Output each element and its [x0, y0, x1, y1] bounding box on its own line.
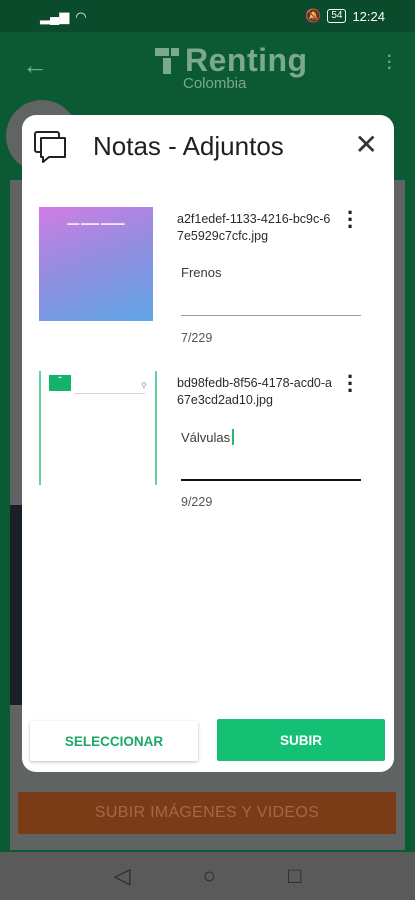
character-counter: 7/229	[181, 331, 213, 345]
close-icon[interactable]: ✕	[355, 131, 378, 159]
upload-button[interactable]: SUBIR	[217, 719, 385, 761]
battery-icon: 54	[327, 9, 347, 23]
attachment-item: ▪▪ ⚲ bd98fedb-8f56-4178-acd0-a67e3cd2ad1…	[22, 366, 394, 521]
nav-home-icon[interactable]: ○	[203, 863, 216, 889]
attachment-note-input[interactable]: Frenos	[181, 265, 221, 280]
wifi-icon: ◠	[75, 9, 87, 24]
app-bar: ← Renting Colombia · · ·	[0, 32, 415, 102]
thumbnail-search-icon: ⚲	[141, 381, 147, 390]
notes-attachments-dialog: Notas - Adjuntos ✕ ▬▬ ▬▬▬ ▬▬▬▬ a2f1edef-…	[22, 115, 394, 772]
status-time: 12:24	[352, 8, 385, 24]
attachment-file-name: a2f1edef-1133-4216-bc9c-67e5929c7cfc.jpg	[177, 212, 331, 243]
background-image-strip	[10, 505, 22, 705]
nav-back-icon[interactable]: ◁	[114, 863, 131, 889]
back-arrow-icon[interactable]: ←	[22, 50, 48, 81]
text-cursor	[232, 429, 235, 445]
attachment-note-input[interactable]: Válvulas	[181, 429, 235, 445]
attachment-file-name: bd98fedb-8f56-4178-acd0-a67e3cd2ad10.jpg	[177, 376, 332, 407]
mute-icon: 🔕	[305, 8, 322, 23]
note-input-underline	[181, 479, 361, 481]
attachment-item: ▬▬ ▬▬▬ ▬▬▬▬ a2f1edef-1133-4216-bc9c-67e5…	[22, 202, 394, 357]
notes-icon	[34, 131, 66, 163]
renting-logo: Renting Colombia	[155, 42, 308, 92]
renting-logo-mark-icon	[155, 47, 179, 74]
dialog-header: Notas - Adjuntos ✕	[22, 115, 394, 185]
overflow-menu-icon[interactable]: · · ·	[386, 44, 393, 78]
dialog-title: Notas - Adjuntos	[93, 131, 284, 161]
attachment-menu-icon[interactable]: · · ·	[347, 202, 354, 238]
note-input-underline	[181, 315, 361, 316]
signal-icon: ▂▄▆	[40, 9, 70, 24]
attachment-thumbnail[interactable]: ▪▪ ⚲	[39, 371, 157, 485]
attachment-thumbnail[interactable]: ▬▬ ▬▬▬ ▬▬▬▬	[39, 207, 153, 321]
attachment-menu-icon[interactable]: · · ·	[347, 366, 354, 402]
upload-media-button[interactable]: SUBIR IMÁGENES Y VIDEOS	[18, 792, 396, 834]
system-nav-bar: ◁ ○ □	[0, 852, 415, 900]
character-counter: 9/229	[181, 495, 213, 509]
select-button[interactable]: SELECCIONAR	[30, 721, 198, 761]
nav-recents-icon[interactable]: □	[288, 863, 301, 889]
status-bar: ▂▄▆ ◠ 🔕 54 12:24	[0, 0, 415, 32]
